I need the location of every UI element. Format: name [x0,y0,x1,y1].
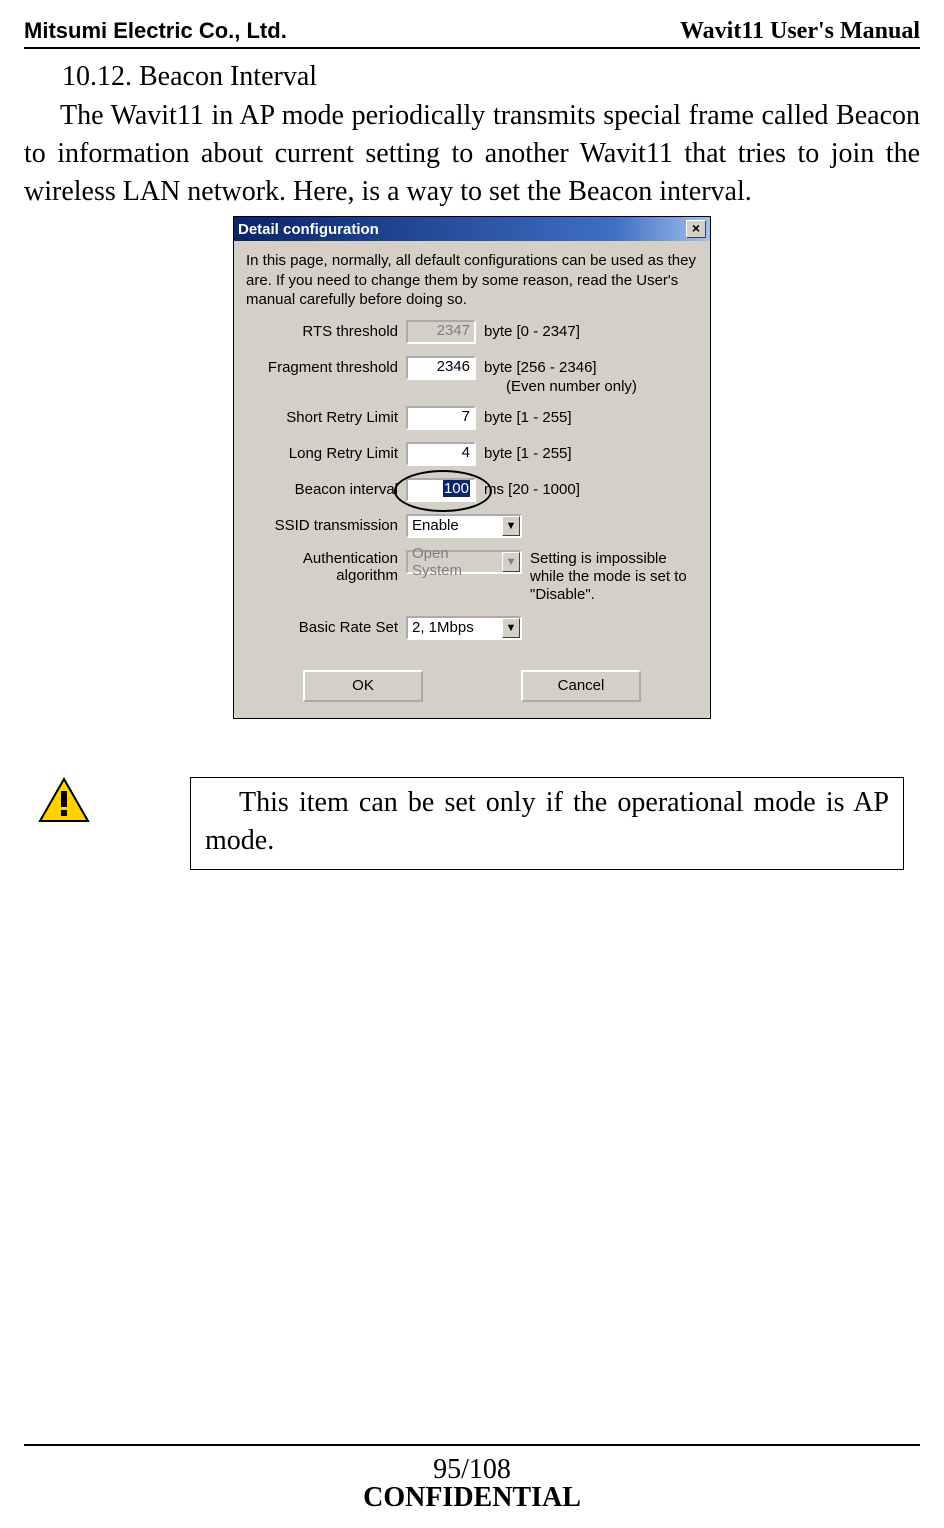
section-heading: 10.12. Beacon Interval [62,61,920,93]
note-box: This item can be set only if the operati… [190,777,904,871]
rts-threshold-row: RTS threshold 2347 byte [0 - 2347] [246,320,698,344]
body-paragraph: The Wavit11 in AP mode periodically tran… [24,97,920,210]
header-company: Mitsumi Electric Co., Ltd. [24,18,287,45]
basic-rate-value: 2, 1Mbps [412,619,474,636]
fragment-subhint: (Even number only) [506,378,637,395]
ssid-label: SSID transmission [246,517,406,534]
dialog-screenshot: Detail configuration × In this page, nor… [24,216,920,719]
dialog-titlebar: Detail configuration × [234,217,710,241]
beacon-interval-row: Beacon interval 100 ms [20 - 1000] [246,478,698,502]
dialog-button-row: OK Cancel [234,656,710,718]
fragment-label: Fragment threshold [246,359,406,376]
chevron-down-icon: ▼ [502,552,520,572]
fragment-hint: byte [256 - 2346] [484,359,597,376]
short-retry-row: Short Retry Limit 7 byte [1 - 255] [246,406,698,430]
ok-button[interactable]: OK [303,670,423,702]
short-retry-hint: byte [1 - 255] [484,409,572,426]
cancel-button[interactable]: Cancel [521,670,641,702]
note-row: This item can be set only if the operati… [24,777,920,871]
auth-note: Setting is impossible while the mode is … [530,550,690,604]
fragment-input[interactable]: 2346 [406,356,476,380]
rts-hint: byte [0 - 2347] [484,323,580,340]
auth-algorithm-row: Authentication algorithm Open System ▼ S… [246,550,698,604]
auth-combo: Open System ▼ [406,550,522,574]
warning-icon [38,777,90,828]
dialog-title: Detail configuration [238,221,379,238]
beacon-hint: ms [20 - 1000] [484,481,580,498]
detail-config-dialog: Detail configuration × In this page, nor… [233,216,711,719]
ssid-transmission-row: SSID transmission Enable ▼ [246,514,698,538]
basic-rate-row: Basic Rate Set 2, 1Mbps ▼ [246,616,698,640]
page-header: Mitsumi Electric Co., Ltd. Wavit11 User'… [24,18,920,49]
beacon-input[interactable]: 100 [406,478,476,502]
short-retry-label: Short Retry Limit [246,409,406,426]
ssid-value: Enable [412,517,459,534]
long-retry-row: Long Retry Limit 4 byte [1 - 255] [246,442,698,466]
ssid-combo[interactable]: Enable ▼ [406,514,522,538]
close-button[interactable]: × [686,220,706,238]
chevron-down-icon: ▼ [502,516,520,536]
dialog-body: In this page, normally, all default conf… [234,241,710,656]
long-retry-label: Long Retry Limit [246,445,406,462]
fragment-threshold-row: Fragment threshold 2346 byte [256 - 2346… [246,356,698,380]
basic-rate-label: Basic Rate Set [246,619,406,636]
header-manual-title: Wavit11 User's Manual [680,18,920,45]
auth-value: Open System [412,545,502,579]
rts-label: RTS threshold [246,323,406,340]
basic-rate-combo[interactable]: 2, 1Mbps ▼ [406,616,522,640]
chevron-down-icon: ▼ [502,618,520,638]
page-number: 95/108 [433,1454,511,1485]
beacon-label: Beacon interval [246,481,406,498]
short-retry-input[interactable]: 7 [406,406,476,430]
confidential-label: CONFIDENTIAL [0,1482,944,1528]
page-footer: 95/108 [24,1444,920,1486]
rts-input: 2347 [406,320,476,344]
dialog-intro-text: In this page, normally, all default conf… [246,251,698,310]
note-text: This item can be set only if the operati… [205,784,889,860]
auth-label: Authentication algorithm [246,550,406,585]
long-retry-input[interactable]: 4 [406,442,476,466]
long-retry-hint: byte [1 - 255] [484,445,572,462]
